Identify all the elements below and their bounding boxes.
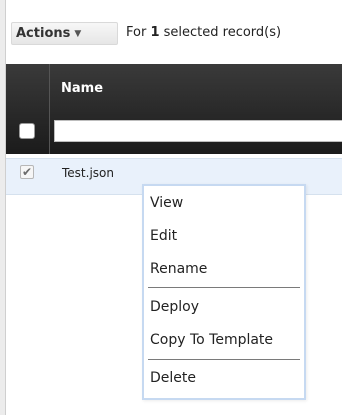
menu-item-deploy[interactable]: Deploy [150, 299, 199, 315]
actions-dropdown-button[interactable]: Actions ▼ [11, 22, 118, 45]
actions-toolbar: Actions ▼ For 1 selected record(s) [6, 0, 342, 64]
row-checkbox[interactable]: ✔ [20, 165, 34, 179]
menu-divider [148, 287, 300, 288]
selection-info: For 1 selected record(s) [126, 25, 281, 40]
menu-item-view[interactable]: View [150, 195, 183, 211]
menu-item-delete[interactable]: Delete [150, 370, 196, 386]
selection-count: 1 [150, 25, 160, 40]
row-name[interactable]: Test.json [62, 166, 114, 180]
column-header-name[interactable]: Name [61, 81, 103, 96]
checkmark-icon: ✔ [21, 165, 33, 179]
selection-prefix: For [126, 25, 147, 40]
menu-item-edit[interactable]: Edit [150, 228, 177, 244]
menu-divider [148, 359, 300, 360]
selection-suffix: selected record(s) [163, 25, 282, 40]
actions-label: Actions [16, 26, 71, 41]
name-filter-input[interactable] [54, 120, 342, 142]
menu-item-rename[interactable]: Rename [150, 261, 207, 277]
select-all-checkbox[interactable] [19, 123, 35, 139]
caret-down-icon: ▼ [74, 29, 82, 39]
context-menu: View Edit Rename Deploy Copy To Template… [142, 184, 306, 400]
menu-item-copy-to-template[interactable]: Copy To Template [150, 332, 273, 348]
column-divider [49, 64, 50, 154]
